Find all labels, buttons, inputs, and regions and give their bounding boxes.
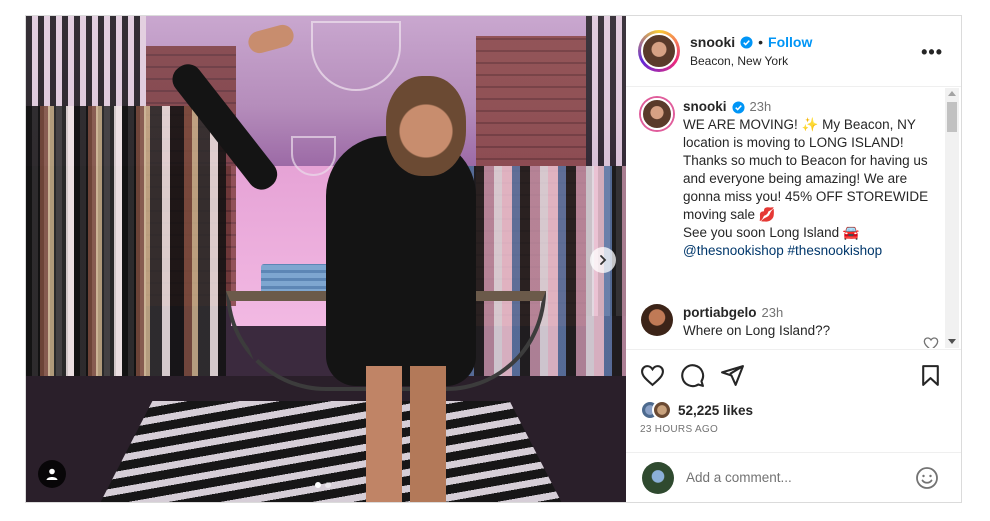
comments-scrollbar[interactable]: [945, 88, 959, 348]
chevron-right-icon: [600, 255, 607, 265]
heart-icon[interactable]: [640, 363, 665, 388]
caption-time: 23h: [749, 99, 772, 114]
comment-icon[interactable]: [680, 363, 705, 388]
post-location[interactable]: Beacon, New York: [690, 54, 812, 68]
post-photo: [26, 16, 626, 502]
likers-avatars: [640, 400, 672, 420]
post-timestamp: 23 HOURS AGO: [640, 424, 719, 435]
user-tag-button[interactable]: [38, 460, 66, 488]
share-icon[interactable]: [720, 363, 745, 388]
comment-like-icon[interactable]: [923, 336, 939, 348]
commenter-avatar[interactable]: [641, 304, 673, 336]
comment-item: portiabgelo 23h Where on Long Island??: [641, 304, 931, 340]
verified-icon: [731, 100, 745, 114]
comment-time: 23h: [761, 305, 784, 320]
emoji-icon[interactable]: [915, 466, 939, 490]
post-caption: snooki 23h WE ARE MOVING! ✨ My Beacon, N…: [641, 98, 931, 260]
verified-icon: [740, 35, 753, 49]
more-options-icon[interactable]: •••: [921, 42, 943, 63]
caption-username[interactable]: snooki: [683, 98, 727, 116]
current-user-avatar: [642, 461, 674, 494]
post-media[interactable]: [26, 16, 626, 502]
caption-text: WE ARE MOVING! ✨ My Beacon, NY location …: [683, 117, 929, 240]
carousel-dot-active: [315, 482, 321, 488]
author-username[interactable]: snooki: [690, 34, 735, 50]
mention-link[interactable]: @thesnookishop: [683, 243, 784, 258]
separator-dot: •: [758, 34, 764, 50]
comment-text: Where on Long Island??: [683, 323, 831, 338]
post-sidebar: snooki • Follow Beacon, New York ••• sno…: [626, 16, 961, 502]
user-tag-icon: [46, 468, 58, 480]
carousel-dot: [325, 482, 331, 488]
likes-count[interactable]: 52,225 likes: [678, 403, 753, 418]
author-avatar[interactable]: [638, 30, 680, 72]
comments-section: snooki 23h WE ARE MOVING! ✨ My Beacon, N…: [626, 88, 961, 348]
likes-summary[interactable]: 52,225 likes: [626, 400, 961, 420]
add-comment-bar: [626, 452, 961, 502]
follow-button[interactable]: Follow: [768, 34, 812, 50]
post-header: snooki • Follow Beacon, New York •••: [626, 16, 961, 87]
commenter-username[interactable]: portiabgelo: [683, 304, 757, 322]
hashtag-link[interactable]: #thesnookishop: [788, 243, 883, 258]
next-slide-button[interactable]: [590, 247, 616, 273]
carousel-dots: [315, 482, 331, 488]
caption-avatar[interactable]: [641, 98, 673, 130]
save-icon[interactable]: [918, 363, 943, 388]
post-modal: snooki • Follow Beacon, New York ••• sno…: [25, 15, 962, 503]
comment-input[interactable]: [686, 470, 906, 485]
post-actions: 52,225 likes 23 HOURS AGO: [626, 349, 961, 435]
